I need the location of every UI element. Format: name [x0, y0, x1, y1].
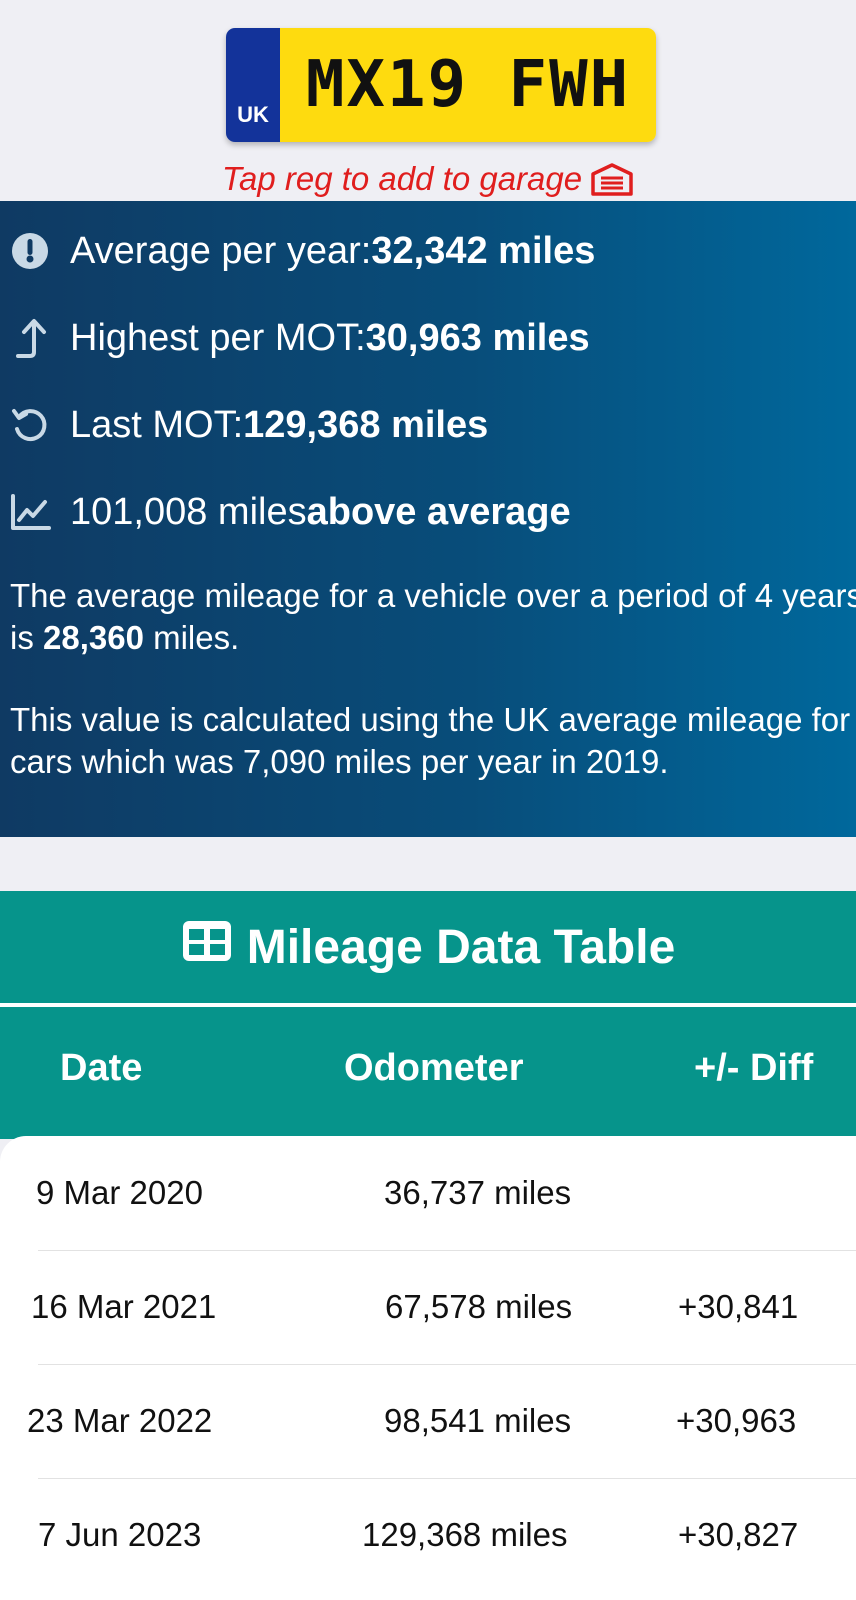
column-header-diff: +/- Diff — [694, 1047, 814, 1089]
stat-label: above average — [306, 490, 571, 533]
cell-odometer: 98,541 miles — [384, 1402, 572, 1439]
paragraph-text: miles. — [143, 619, 240, 656]
cell-odometer: 129,368 miles — [362, 1516, 568, 1553]
mileage-stats-panel: Average per year: 32,342 miles Highest p… — [0, 201, 856, 837]
cell-diff: +30,841 — [678, 1288, 799, 1325]
add-to-garage-hint[interactable]: Tap reg to add to garage — [0, 160, 856, 198]
stat-label: Highest per MOT: — [70, 316, 366, 359]
line-chart-icon — [8, 490, 52, 534]
table-header: Mileage Data Table — [0, 891, 856, 1003]
garage-icon — [590, 162, 634, 196]
column-header-odometer: Odometer — [344, 1047, 524, 1089]
cell-diff: +30,827 — [678, 1516, 799, 1553]
stat-value: 30,963 miles — [365, 316, 590, 359]
cell-odometer: 67,578 miles — [385, 1288, 573, 1325]
gauge-icon — [8, 229, 52, 273]
stat-value: 32,342 miles — [371, 229, 596, 272]
table-title: Mileage Data Table — [246, 920, 676, 974]
table-row: 9 Mar 2020 36,737 miles — [0, 1136, 856, 1250]
cell-date: 7 Jun 2023 — [38, 1516, 202, 1553]
cell-date: 23 Mar 2022 — [27, 1402, 213, 1439]
cell-odometer: 36,737 miles — [384, 1174, 572, 1211]
table-icon — [181, 919, 233, 975]
arrow-up-icon — [8, 316, 52, 360]
table-body: 9 Mar 2020 36,737 miles 16 Mar 2021 67,5… — [0, 1136, 856, 1600]
plate-country-code: UK — [237, 102, 269, 127]
table-column-headers: Date Odometer +/- Diff — [0, 1007, 856, 1139]
plate-registration: MX19 FWH — [280, 28, 656, 142]
cell-diff: +30,963 — [676, 1402, 797, 1439]
plate-country-band: UK — [226, 28, 280, 142]
stat-value: 101,008 miles — [70, 490, 307, 533]
history-icon — [8, 403, 52, 447]
table-row: 7 Jun 2023 129,368 miles +30,827 — [0, 1478, 856, 1592]
stat-value: 129,368 miles — [243, 403, 489, 446]
stat-above-average: 101,008 miles above average — [8, 482, 571, 542]
stat-average-per-year: Average per year: 32,342 miles — [8, 221, 595, 281]
page: UK MX19 FWH Tap reg to add to garage Ave… — [0, 0, 856, 1600]
garage-hint-text: Tap reg to add to garage — [221, 160, 583, 197]
mileage-data-table: Mileage Data Table Date Odometer +/- Dif… — [0, 891, 856, 1600]
stat-highest-per-mot: Highest per MOT: 30,963 miles — [8, 308, 590, 368]
column-header-date: Date — [60, 1047, 143, 1089]
cell-date: 16 Mar 2021 — [31, 1288, 217, 1325]
cell-date: 9 Mar 2020 — [36, 1174, 203, 1211]
registration-plate-container: UK MX19 FWH — [226, 28, 656, 142]
registration-text: MX19 FWH — [305, 48, 631, 122]
stat-label: Average per year: — [70, 229, 372, 272]
paragraph-value: 28,360 — [43, 619, 144, 656]
average-mileage-paragraph: The average mileage for a vehicle over a… — [10, 575, 856, 659]
table-row: 16 Mar 2021 67,578 miles +30,841 — [0, 1250, 856, 1364]
uk-average-paragraph: This value is calculated using the UK av… — [10, 701, 851, 780]
stat-last-mot: Last MOT: 129,368 miles — [8, 395, 488, 455]
stat-label: Last MOT: — [70, 403, 244, 446]
registration-plate[interactable]: UK MX19 FWH — [226, 28, 656, 142]
table-row: 23 Mar 2022 98,541 miles +30,963 — [0, 1364, 856, 1478]
